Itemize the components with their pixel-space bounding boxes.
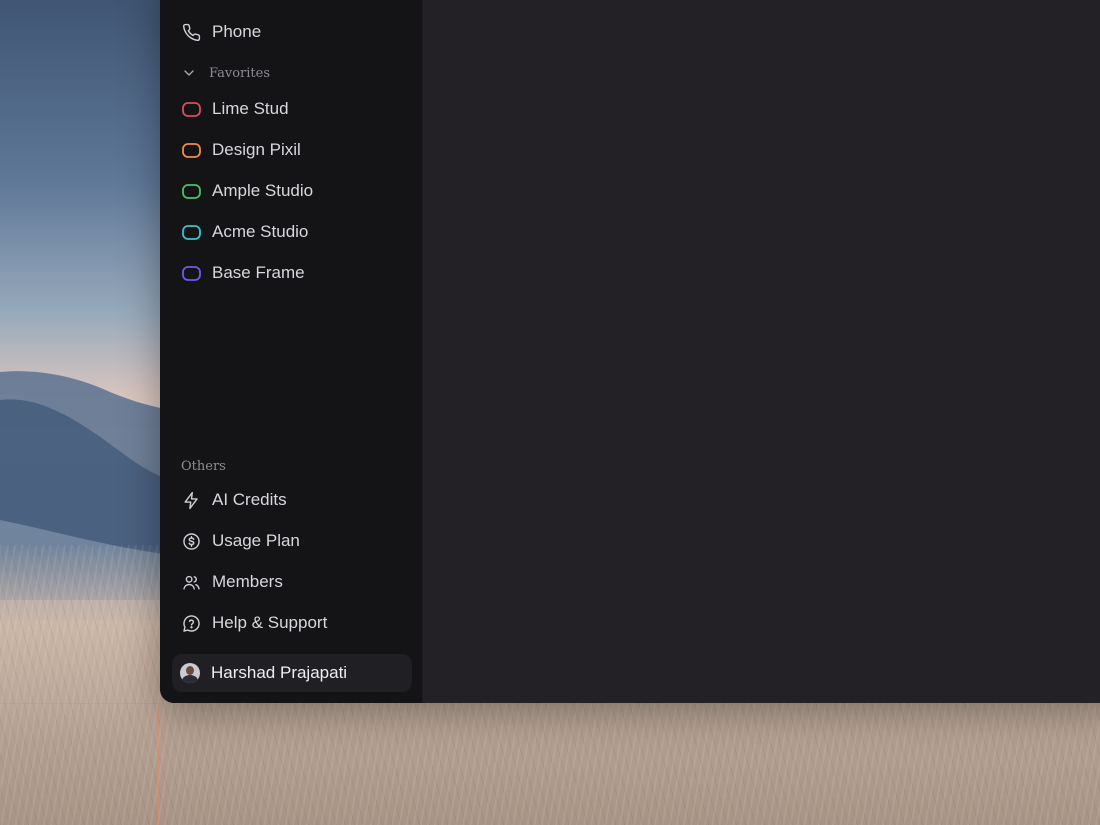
lightning-icon	[181, 490, 201, 510]
sidebar-item-ai-credits[interactable]: AI Credits	[172, 482, 410, 518]
tag-outline-icon	[181, 99, 201, 119]
favorite-item-ample-studio[interactable]: Ample Studio	[172, 173, 410, 209]
sidebar: Phone Favorites Lime Stud Design Pixil A…	[160, 0, 423, 703]
others-heading-label: Others	[181, 459, 226, 474]
sidebar-item-usage-plan[interactable]: Usage Plan	[172, 523, 410, 559]
guide-line-horizontal	[0, 703, 160, 704]
tag-outline-icon	[181, 222, 201, 242]
tag-outline-icon	[181, 140, 201, 160]
sidebar-item-label: AI Credits	[212, 490, 287, 509]
sidebar-item-help-support[interactable]: Help & Support	[172, 605, 410, 641]
sidebar-item-label: Usage Plan	[212, 531, 300, 550]
user-profile-button[interactable]: Harshad Prajapati	[172, 654, 412, 692]
others-heading: Others	[181, 459, 226, 474]
favorites-heading-label: Favorites	[209, 65, 271, 81]
favorite-item-lime-stud[interactable]: Lime Stud	[172, 91, 410, 127]
favorite-item-label: Design Pixil	[212, 140, 301, 159]
user-name: Harshad Prajapati	[211, 663, 348, 682]
dollar-circle-icon	[181, 531, 201, 551]
sidebar-item-label: Phone	[212, 22, 262, 41]
favorite-item-acme-studio[interactable]: Acme Studio	[172, 214, 410, 250]
favorites-heading[interactable]: Favorites	[181, 65, 270, 81]
sidebar-item-label: Members	[212, 572, 283, 591]
favorite-item-label: Lime Stud	[212, 99, 289, 118]
users-icon	[181, 572, 201, 592]
chevron-down-icon	[181, 65, 197, 81]
sidebar-item-phone[interactable]: Phone	[172, 14, 410, 50]
tag-outline-icon	[181, 181, 201, 201]
tag-outline-icon	[181, 263, 201, 283]
main-content-area	[423, 0, 1100, 703]
avatar	[180, 663, 200, 683]
favorite-item-label: Ample Studio	[212, 181, 314, 200]
favorite-item-label: Base Frame	[212, 263, 305, 282]
favorite-item-base-frame[interactable]: Base Frame	[172, 255, 410, 291]
app-window: Phone Favorites Lime Stud Design Pixil A…	[160, 0, 1100, 703]
favorite-item-design-pixil[interactable]: Design Pixil	[172, 132, 410, 168]
guide-line-vertical	[158, 705, 159, 825]
help-circle-icon	[181, 613, 201, 633]
favorite-item-label: Acme Studio	[212, 222, 309, 241]
sidebar-item-members[interactable]: Members	[172, 564, 410, 600]
sidebar-item-label: Help & Support	[212, 613, 328, 632]
phone-icon	[181, 22, 201, 42]
